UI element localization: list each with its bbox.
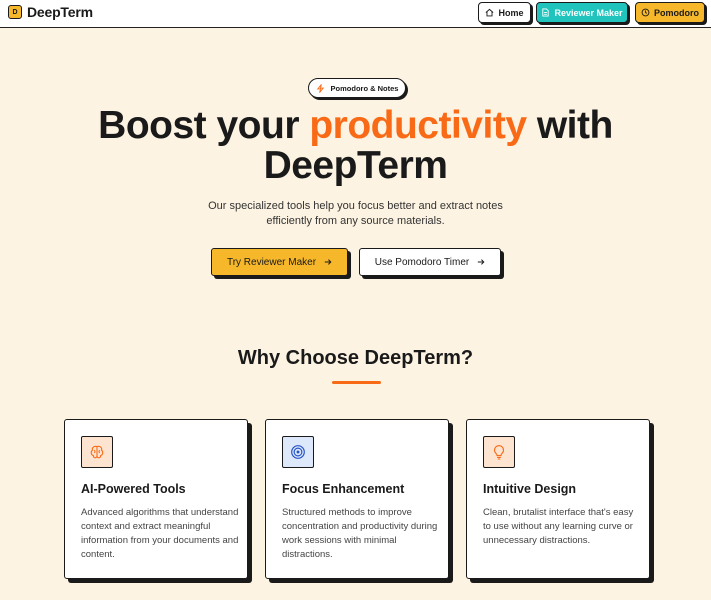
hero-title-accent: productivity: [309, 104, 527, 147]
hero-title-part1: Boost your: [98, 104, 310, 147]
try-reviewer-maker-button[interactable]: Try Reviewer Maker: [211, 248, 348, 276]
hero-subtitle: Our specialized tools help you focus bet…: [208, 200, 503, 227]
brain-icon: [90, 445, 104, 459]
use-pomodoro-timer-button[interactable]: Use Pomodoro Timer: [359, 248, 501, 276]
document-icon: [542, 8, 550, 17]
card-icon-box: [282, 436, 314, 468]
card-icon-box: [81, 436, 113, 468]
section-divider: [332, 381, 381, 384]
section-title: Why Choose DeepTerm?: [237, 347, 474, 369]
lightning-icon: [316, 83, 324, 93]
arrow-right-icon: [324, 259, 332, 265]
arrow-right-icon: [478, 259, 485, 265]
logo-icon: D: [8, 5, 22, 19]
clock-icon: [641, 8, 650, 17]
top-nav-bar: D DeepTerm Home Reviewer Maker Pomodoro: [0, 0, 711, 28]
nav-reviewer-maker-button[interactable]: Reviewer Maker: [536, 2, 628, 23]
feature-card-ai: AI-Powered Tools Advanced algorithms tha…: [64, 419, 248, 579]
nav-home-label: Home: [498, 7, 524, 18]
hero-title: Boost your productivity with DeepTerm: [0, 106, 711, 186]
hero-title-part2: with: [526, 104, 614, 147]
feature-card-design: Intuitive Design Clean, brutalist interf…: [466, 419, 650, 579]
nav-home-button[interactable]: Home: [478, 2, 531, 23]
card-description: Advanced algorithms that understand cont…: [81, 507, 239, 560]
card-title: Intuitive Design: [483, 482, 577, 496]
hero-badge-label: Pomodoro & Notes: [330, 83, 399, 93]
card-description: Clean, brutalist interface that's easy t…: [483, 507, 634, 546]
nav-reviewer-label: Reviewer Maker: [554, 7, 623, 18]
lightbulb-icon: [493, 445, 505, 460]
card-description: Structured methods to improve concentrat…: [282, 507, 438, 560]
nav-pomodoro-button[interactable]: Pomodoro: [635, 2, 705, 23]
cta-primary-label: Try Reviewer Maker: [226, 256, 317, 268]
card-title: AI-Powered Tools: [81, 482, 186, 496]
feature-card-focus: Focus Enhancement Structured methods to …: [265, 419, 449, 579]
target-icon: [291, 445, 305, 459]
nav-pomodoro-label: Pomodoro: [654, 7, 699, 18]
cta-secondary-label: Use Pomodoro Timer: [374, 256, 470, 268]
card-title: Focus Enhancement: [282, 482, 405, 496]
home-icon: [486, 8, 494, 17]
logo[interactable]: D DeepTerm: [8, 4, 93, 20]
hero-badge: Pomodoro & Notes: [308, 78, 406, 98]
logo-text: DeepTerm: [27, 4, 93, 20]
hero-title-line2: DeepTerm: [263, 144, 448, 187]
card-icon-box: [483, 436, 515, 468]
